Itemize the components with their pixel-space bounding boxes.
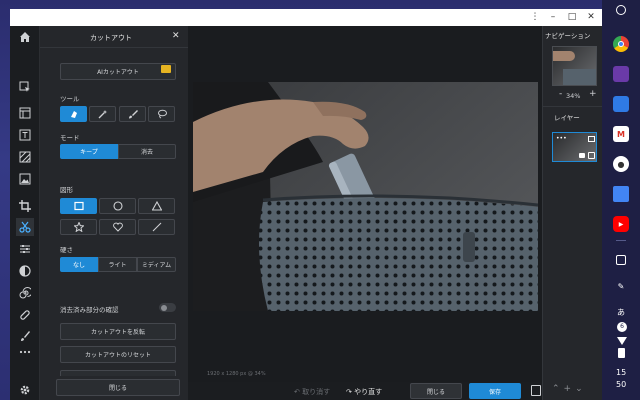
undo-button[interactable]: ↶ 取り消す bbox=[294, 387, 330, 397]
zoom-in-button[interactable]: + bbox=[589, 89, 597, 99]
docs-icon[interactable] bbox=[613, 186, 629, 202]
apple-icon[interactable]: ● bbox=[613, 156, 629, 172]
right-panel: ナビゲーション - 34% + レイヤー ••• bbox=[542, 26, 602, 400]
circle-shape[interactable] bbox=[99, 198, 136, 214]
menu-icon[interactable]: ⋮ bbox=[529, 11, 541, 23]
layers-title: レイヤー bbox=[554, 114, 580, 122]
hardness-medium-button[interactable]: ミディアム bbox=[137, 257, 176, 272]
left-toolbar bbox=[10, 26, 40, 400]
panel-toggle-icon[interactable] bbox=[531, 385, 541, 396]
shapes-label: 図形 bbox=[60, 186, 73, 194]
star-shape[interactable] bbox=[60, 219, 97, 235]
visibility-checkbox-icon[interactable] bbox=[588, 152, 595, 159]
spiral-icon[interactable] bbox=[16, 284, 34, 302]
confirm-erased-toggle[interactable] bbox=[159, 303, 176, 312]
premium-badge-icon bbox=[161, 65, 171, 73]
files-icon[interactable] bbox=[613, 96, 629, 112]
app-icon[interactable] bbox=[613, 66, 629, 82]
wifi-icon[interactable] bbox=[617, 337, 627, 345]
mode-label: モード bbox=[60, 134, 80, 142]
rectangle-shape[interactable] bbox=[60, 198, 97, 214]
zoom-value: 34% bbox=[566, 92, 581, 100]
chrome-icon[interactable] bbox=[613, 36, 629, 52]
navigator-thumbnail[interactable] bbox=[552, 46, 597, 86]
panel-title: カットアウト bbox=[90, 34, 132, 42]
system-shelf: M ● ▶ ✎ あ 6 15 50 bbox=[602, 0, 640, 400]
pattern-icon[interactable] bbox=[16, 148, 34, 166]
hardness-none-button[interactable]: なし bbox=[60, 257, 98, 272]
ime-indicator[interactable]: あ bbox=[617, 307, 625, 318]
divider bbox=[543, 106, 602, 107]
ai-cutout-button[interactable]: AIカットアウト bbox=[60, 63, 176, 80]
toggle-knob bbox=[161, 304, 167, 311]
clock-hour[interactable]: 15 bbox=[616, 368, 626, 377]
layer-image-icon bbox=[588, 136, 595, 142]
hardness-light-button[interactable]: ライト bbox=[98, 257, 137, 272]
layers-icon[interactable] bbox=[16, 104, 34, 122]
cutout-brush-tool[interactable] bbox=[60, 106, 87, 122]
pen-icon[interactable]: ✎ bbox=[613, 278, 629, 294]
close-window-icon[interactable]: ✕ bbox=[585, 11, 597, 23]
image-icon[interactable] bbox=[16, 170, 34, 188]
invert-cutout-button[interactable]: カットアウトを反転 bbox=[60, 323, 176, 340]
close-button[interactable]: 閉じる bbox=[410, 383, 462, 399]
adjust-icon[interactable] bbox=[16, 240, 34, 258]
confirm-erased-label: 消去済み部分の確認 bbox=[60, 306, 119, 314]
panel-close-icon[interactable]: ✕ bbox=[172, 31, 180, 41]
cutout-panel: カットアウト ✕ AIカットアウト ツール モード キープ 消去 図形 硬さ な… bbox=[40, 26, 188, 400]
mode-keep-button[interactable]: キープ bbox=[60, 144, 118, 159]
maximize-icon[interactable]: □ bbox=[566, 11, 578, 23]
history-nav-icon[interactable]: ⌃+⌄ bbox=[552, 384, 587, 394]
battery-icon[interactable] bbox=[618, 348, 625, 358]
youtube-icon[interactable]: ▶ bbox=[613, 216, 629, 232]
mode-erase-button[interactable]: 消去 bbox=[118, 144, 176, 159]
minimize-icon[interactable]: – bbox=[547, 11, 559, 23]
thumb-bag bbox=[563, 69, 596, 85]
lasso-tool[interactable] bbox=[148, 106, 175, 122]
heart-shape[interactable] bbox=[99, 219, 136, 235]
clock-minute[interactable]: 50 bbox=[616, 380, 626, 389]
hidden-panel-button[interactable] bbox=[60, 370, 176, 376]
hardness-label: 硬さ bbox=[60, 246, 73, 254]
gmail-icon[interactable]: M bbox=[613, 126, 629, 142]
layer-more-icon[interactable]: ••• bbox=[556, 135, 567, 142]
bandage-icon[interactable] bbox=[16, 306, 34, 324]
photo-image[interactable] bbox=[193, 82, 538, 311]
save-button[interactable]: 保存 bbox=[469, 383, 521, 399]
lock-icon[interactable] bbox=[579, 153, 585, 158]
overview-icon[interactable] bbox=[616, 255, 626, 265]
panel-close-button[interactable]: 閉じる bbox=[56, 379, 180, 396]
thumb-hand bbox=[553, 51, 575, 61]
panel-header: カットアウト ✕ bbox=[40, 26, 188, 48]
tools-label: ツール bbox=[60, 95, 80, 103]
canvas-area[interactable] bbox=[188, 26, 542, 382]
ai-cutout-label: AIカットアウト bbox=[97, 69, 139, 76]
cutout-icon[interactable] bbox=[16, 218, 34, 236]
redo-button[interactable]: ↷ やり直す bbox=[346, 387, 382, 397]
navigation-title: ナビゲーション bbox=[545, 32, 591, 40]
zoom-out-button[interactable]: - bbox=[559, 89, 562, 99]
app-window: カットアウト ✕ AIカットアウト ツール モード キープ 消去 図形 硬さ な… bbox=[10, 26, 602, 400]
layer-item[interactable]: ••• bbox=[552, 132, 597, 162]
brush-tool[interactable] bbox=[119, 106, 146, 122]
filter-icon[interactable] bbox=[16, 262, 34, 280]
more-icon[interactable] bbox=[16, 343, 34, 361]
window-titlebar: ⋮ – □ ✕ bbox=[10, 9, 602, 26]
triangle-shape[interactable] bbox=[138, 198, 175, 214]
image-status: 1920 x 1280 px @ 34% bbox=[207, 371, 266, 377]
redo-label: やり直す bbox=[354, 388, 383, 396]
notification-badge[interactable]: 6 bbox=[617, 322, 627, 332]
reset-cutout-button[interactable]: カットアウトのリセット bbox=[60, 346, 176, 363]
undo-label: 取り消す bbox=[302, 388, 331, 396]
pointer-icon[interactable] bbox=[16, 78, 34, 96]
home-icon[interactable] bbox=[16, 28, 34, 46]
launcher-icon[interactable] bbox=[616, 5, 626, 15]
gear-icon[interactable] bbox=[16, 381, 34, 399]
crop-icon[interactable] bbox=[16, 197, 34, 215]
text-icon[interactable] bbox=[16, 126, 34, 144]
magic-wand-tool[interactable] bbox=[89, 106, 116, 122]
shelf-divider bbox=[616, 240, 626, 241]
line-shape[interactable] bbox=[138, 219, 175, 235]
bottom-bar: 1920 x 1280 px @ 34% ↶ 取り消す ↷ やり直す 閉じる 保… bbox=[188, 371, 542, 400]
